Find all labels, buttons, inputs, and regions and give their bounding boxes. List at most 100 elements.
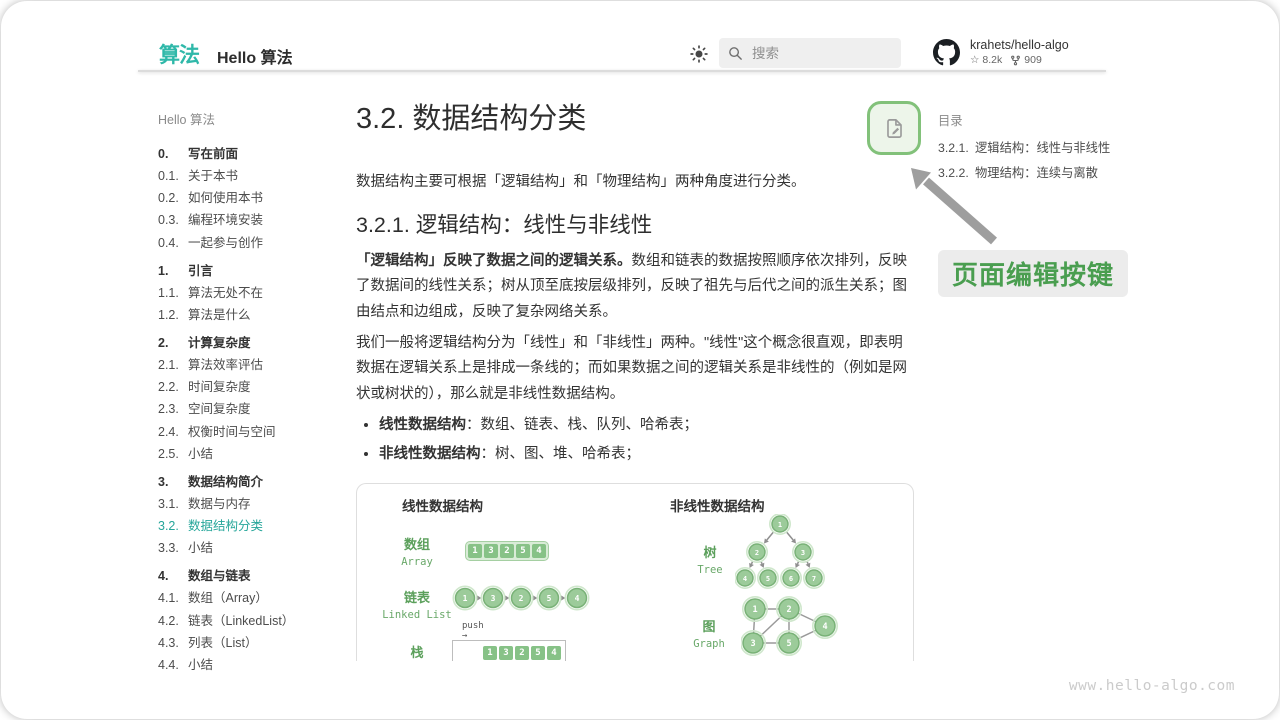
nav-number: 0.2.	[158, 192, 188, 205]
sidebar-item[interactable]: 2.1.算法效率评估	[158, 359, 350, 372]
sidebar-section[interactable]: 4.数组与链表	[158, 570, 350, 583]
nav-label: 数组与链表	[188, 570, 251, 583]
star-icon: ☆	[970, 54, 979, 66]
svg-text:1: 1	[463, 594, 468, 603]
bullet-item: 线性数据结构：数组、链表、栈、队列、哈希表；	[379, 413, 916, 438]
array-cell: 5	[531, 646, 545, 660]
nav-number: 2.5.	[158, 448, 188, 461]
sidebar-item[interactable]: 4.4.小结	[158, 659, 350, 672]
nav-number: 4.	[158, 570, 188, 583]
nav-number: 4.1.	[158, 592, 188, 605]
svg-text:1: 1	[752, 605, 757, 615]
sidebar-item[interactable]: 0.3.编程环境安装	[158, 214, 350, 227]
watermark: www.hello-algo.com	[1069, 678, 1235, 694]
main-content: 3.2. 数据结构分类 数据结构主要可根据「逻辑结构」和「物理结构」两种角度进行…	[356, 101, 916, 661]
sidebar-item[interactable]: 0.1.关于本书	[158, 170, 350, 183]
figure-label-graph: 图Graph	[679, 616, 739, 650]
bullet-item: 非线性数据结构：树、图、堆、哈希表；	[379, 442, 916, 467]
svg-text:2: 2	[755, 549, 759, 557]
array-cell: 3	[499, 646, 513, 660]
graph-visual: 12345	[741, 594, 839, 658]
nav-label: 权衡时间与空间	[188, 426, 276, 439]
github-repo-link[interactable]: krahets/hello-algo ☆ 8.2k 909	[933, 38, 1069, 66]
sidebar-list: 0.写在前面 0.1.关于本书 0.2.如何使用本书 0.3.编程环境安装 0.4.一起…	[158, 148, 350, 672]
repo-forks: 909	[1024, 54, 1042, 66]
search-input[interactable]	[752, 46, 882, 61]
nav-label: 关于本书	[188, 170, 238, 183]
sidebar-item[interactable]: 0.4.一起参与创作	[158, 237, 350, 250]
repo-text: krahets/hello-algo ☆ 8.2k 909	[970, 38, 1069, 66]
sidebar-section[interactable]: 0.写在前面	[158, 148, 350, 161]
nav-label: 列表（List）	[188, 637, 257, 650]
intro-paragraph: 数据结构主要可根据「逻辑结构」和「物理结构」两种角度进行分类。	[356, 170, 916, 195]
nav-number: 4.3.	[158, 637, 188, 650]
sidebar-item[interactable]: 2.5.小结	[158, 448, 350, 461]
linked-list-visual: 13254	[452, 584, 594, 612]
svg-text:1: 1	[778, 521, 782, 529]
nav-label: 引言	[188, 265, 213, 278]
figure-label-array: 数组Array	[382, 534, 452, 568]
sidebar-item[interactable]: 4.3.列表（List）	[158, 637, 350, 650]
svg-text:4: 4	[743, 575, 747, 583]
figure-left-title: 线性数据结构	[402, 495, 483, 515]
sidebar-section[interactable]: 3.数据结构简介	[158, 476, 350, 489]
sidebar-item[interactable]: 4.1.数组（Array）	[158, 592, 350, 605]
sidebar-item[interactable]: 3.3.小结	[158, 542, 350, 555]
svg-text:7: 7	[812, 575, 816, 583]
sidebar-item[interactable]: 3.1.数据与内存	[158, 498, 350, 511]
svg-text:3: 3	[750, 639, 755, 649]
nav-label: 如何使用本书	[188, 192, 263, 205]
nav-number: 1.	[158, 265, 188, 278]
site-title[interactable]: Hello 算法	[217, 44, 293, 68]
header-divider	[138, 70, 1106, 72]
search-icon	[727, 45, 744, 62]
sidebar-item[interactable]: 2.2.时间复杂度	[158, 381, 350, 394]
annotation-label: 页面编辑按键	[938, 250, 1128, 297]
toc-item[interactable]: 3.2.1.逻辑结构：线性与非线性	[938, 142, 1148, 156]
stack-visual: 13254	[452, 640, 566, 661]
sidebar-item[interactable]: 3.2.数据结构分类	[158, 520, 350, 533]
nav-number: 2.3.	[158, 403, 188, 416]
nav-label: 数据结构简介	[188, 476, 263, 489]
toc-label: 逻辑结构：线性与非线性	[975, 142, 1110, 156]
sidebar-item[interactable]: 4.2.链表（LinkedList）	[158, 615, 350, 628]
nav-label: 小结	[188, 659, 213, 672]
array-cell: 4	[532, 544, 546, 558]
sidebar-item[interactable]: 1.1.算法无处不在	[158, 287, 350, 300]
sun-icon	[689, 44, 709, 64]
svg-text:5: 5	[766, 575, 770, 583]
toc-number: 3.2.1.	[938, 142, 975, 156]
edit-file-icon	[883, 117, 906, 140]
sidebar-section[interactable]: 2.计算复杂度	[158, 337, 350, 350]
section-heading: 3.2.1. 逻辑结构：线性与非线性	[356, 212, 916, 239]
search-box[interactable]	[719, 38, 901, 68]
sidebar-item[interactable]: 0.2.如何使用本书	[158, 192, 350, 205]
repo-stars: 8.2k	[982, 54, 1002, 66]
nav-number: 3.2.	[158, 520, 188, 533]
svg-text:2: 2	[786, 605, 791, 615]
paragraph-linear-nonlinear: 我们一般将逻辑结构分为「线性」和「非线性」两种。"线性"这个概念很直观，即表明数…	[356, 331, 916, 407]
svg-text:2: 2	[519, 594, 524, 603]
array-cell: 5	[516, 544, 530, 558]
site-logo[interactable]: 算法	[159, 39, 199, 69]
nav-label: 一起参与创作	[188, 237, 263, 250]
nav-label: 空间复杂度	[188, 403, 251, 416]
sidebar-item[interactable]: 2.3.空间复杂度	[158, 403, 350, 416]
edit-page-button[interactable]	[867, 101, 921, 155]
figure-label-stack: 栈Stack	[382, 642, 452, 661]
sidebar-section[interactable]: 1.引言	[158, 265, 350, 278]
theme-toggle-button[interactable]	[689, 44, 709, 64]
nav-number: 2.2.	[158, 381, 188, 394]
nav-number: 0.4.	[158, 237, 188, 250]
array-cell: 4	[547, 646, 561, 660]
nav-number: 4.2.	[158, 615, 188, 628]
nav-label: 算法是什么	[188, 309, 251, 322]
sidebar-item[interactable]: 1.2.算法是什么	[158, 309, 350, 322]
svg-text:6: 6	[789, 575, 793, 583]
sidebar-item[interactable]: 2.4.权衡时间与空间	[158, 426, 350, 439]
svg-text:4: 4	[575, 594, 580, 603]
nav-number: 2.4.	[158, 426, 188, 439]
page-title: 3.2. 数据结构分类	[356, 101, 916, 139]
nav-number: 2.1.	[158, 359, 188, 372]
bullet-list: 线性数据结构：数组、链表、栈、队列、哈希表； 非线性数据结构：树、图、堆、哈希表；	[363, 413, 916, 467]
